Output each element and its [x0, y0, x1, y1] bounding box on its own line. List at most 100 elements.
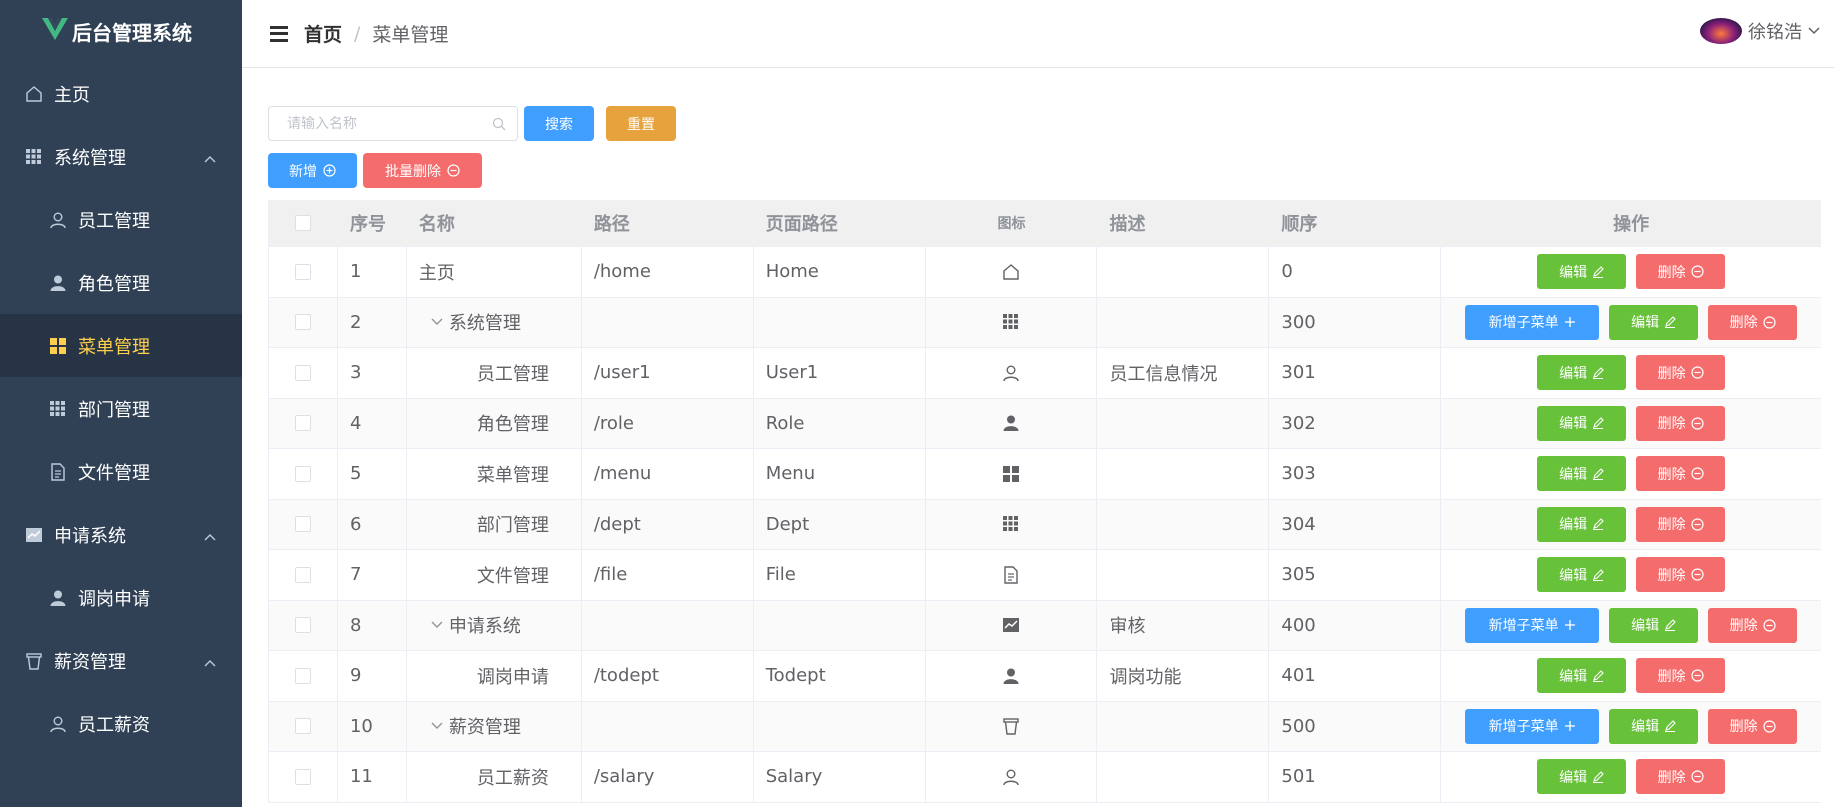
row-order: 401 — [1269, 651, 1442, 701]
expand-chevron-icon[interactable] — [431, 722, 443, 730]
row-select-cell — [269, 651, 338, 701]
row-description — [1097, 550, 1270, 600]
menu-name: 薪资管理 — [448, 717, 521, 739]
row-select-cell — [269, 550, 338, 600]
row-checkbox[interactable] — [294, 263, 311, 280]
sidebar-item-4[interactable]: 菜单管理 — [0, 314, 242, 377]
sidebar-item-1[interactable]: 系统管理 — [0, 125, 242, 188]
delete-button[interactable]: 删除 — [1636, 557, 1726, 593]
row-page-path: Todept — [754, 651, 926, 701]
circle-plus-icon — [323, 164, 336, 177]
edit-button[interactable]: 编辑 — [1537, 658, 1627, 694]
menu-name: 员工薪资 — [476, 767, 549, 789]
sidebar-item-8[interactable]: 调岗申请 — [0, 566, 242, 629]
edit-button[interactable]: 编辑 — [1609, 304, 1699, 340]
breadcrumb-home[interactable]: 首页 — [304, 20, 342, 47]
row-order: 501 — [1269, 752, 1442, 802]
row-checkbox[interactable] — [294, 364, 311, 381]
expand-chevron-icon[interactable] — [431, 318, 443, 326]
sidebar-item-7[interactable]: 申请系统 — [0, 503, 242, 566]
edit-button[interactable]: 编辑 — [1537, 759, 1627, 795]
row-checkbox[interactable] — [294, 415, 311, 432]
row-actions: 编辑 删除 — [1441, 651, 1821, 701]
edit-button[interactable]: 编辑 — [1537, 405, 1627, 441]
add-button[interactable]: 新增 — [268, 153, 357, 188]
chevron-up-icon — [204, 651, 216, 672]
sidebar-item-5[interactable]: 部门管理 — [0, 377, 242, 440]
user-dropdown[interactable]: 徐铭浩 — [1700, 18, 1820, 44]
row-checkbox[interactable] — [294, 768, 311, 785]
delete-label: 删除 — [1729, 315, 1758, 332]
add-child-button[interactable]: 新增子菜单 — [1465, 708, 1600, 744]
avatar — [1700, 18, 1742, 44]
header-path: 路径 — [593, 214, 630, 235]
row-checkbox[interactable] — [294, 314, 311, 331]
expand-chevron-icon[interactable] — [431, 621, 443, 629]
delete-button[interactable]: 删除 — [1636, 355, 1726, 391]
edit-label: 编辑 — [1559, 567, 1588, 584]
row-actions: 编辑 删除 — [1441, 348, 1821, 398]
edit-button[interactable]: 编辑 — [1537, 557, 1627, 593]
delete-label: 删除 — [1657, 517, 1686, 534]
sidebar-item-label: 主页 — [54, 84, 90, 106]
sidebar-item-9[interactable]: 薪资管理 — [0, 629, 242, 692]
sidebar-item-6[interactable]: 文件管理 — [0, 440, 242, 503]
delete-button[interactable]: 删除 — [1636, 405, 1726, 441]
row-checkbox[interactable] — [294, 617, 311, 634]
delete-button[interactable]: 删除 — [1636, 456, 1726, 492]
row-page-path — [754, 701, 926, 751]
delete-button[interactable]: 删除 — [1636, 506, 1726, 542]
add-child-button[interactable]: 新增子菜单 — [1465, 304, 1600, 340]
batch-delete-button[interactable]: 批量删除 — [363, 153, 482, 188]
row-name-cell: 薪资管理 — [407, 701, 582, 751]
breadcrumb-current: 菜单管理 — [372, 24, 449, 46]
row-index: 11 — [338, 752, 407, 802]
delete-button[interactable]: 删除 — [1708, 304, 1798, 340]
row-checkbox[interactable] — [294, 718, 311, 735]
user-solid-icon — [46, 586, 70, 610]
add-child-button[interactable]: 新增子菜单 — [1465, 607, 1600, 643]
reset-button-label: 重置 — [627, 116, 655, 133]
delete-button[interactable]: 删除 — [1636, 759, 1726, 795]
row-path: /file — [582, 550, 754, 600]
row-checkbox[interactable] — [294, 516, 311, 533]
edit-button[interactable]: 编辑 — [1537, 254, 1627, 290]
edit-button[interactable]: 编辑 — [1609, 607, 1699, 643]
search-button[interactable]: 搜索 — [524, 106, 594, 141]
user-solid-icon — [1002, 667, 1020, 685]
chevron-up-icon — [204, 525, 216, 546]
edit-button[interactable]: 编辑 — [1537, 456, 1627, 492]
delete-button[interactable]: 删除 — [1708, 607, 1798, 643]
row-checkbox[interactable] — [294, 667, 311, 684]
sidebar-item-label: 申请系统 — [54, 525, 126, 547]
row-checkbox[interactable] — [294, 465, 311, 482]
row-select-cell — [269, 752, 338, 802]
edit-button[interactable]: 编辑 — [1537, 506, 1627, 542]
edit-button[interactable]: 编辑 — [1609, 708, 1699, 744]
sidebar-item-3[interactable]: 角色管理 — [0, 251, 242, 314]
app-logo[interactable]: 后台管理系统 — [0, 0, 242, 62]
delete-button[interactable]: 删除 — [1708, 708, 1798, 744]
circle-minus-icon — [1763, 316, 1776, 329]
header-select-all[interactable] — [269, 200, 338, 246]
row-order: 300 — [1269, 297, 1442, 347]
edit-label: 编辑 — [1559, 416, 1588, 433]
sidebar-item-2[interactable]: 员工管理 — [0, 188, 242, 251]
hamburger-icon[interactable] — [270, 25, 288, 42]
menu-name: 系统管理 — [448, 313, 521, 335]
delete-button[interactable]: 删除 — [1636, 254, 1726, 290]
row-index: 8 — [338, 600, 407, 650]
sidebar-item-0[interactable]: 主页 — [0, 62, 242, 125]
sidebar-item-10[interactable]: 员工薪资 — [0, 692, 242, 755]
table-row: 1 主页/home Home 0 编辑 删除 — [269, 247, 1821, 298]
search-input[interactable] — [269, 107, 487, 140]
row-checkbox[interactable] — [294, 566, 311, 583]
row-order: 301 — [1269, 348, 1442, 398]
sidebar-item-label: 文件管理 — [78, 462, 150, 484]
row-actions: 新增子菜单 编辑 删除 — [1441, 601, 1821, 651]
reset-button[interactable]: 重置 — [606, 106, 676, 141]
row-icon-cell — [926, 651, 1098, 701]
select-all-checkbox[interactable] — [295, 215, 312, 231]
delete-button[interactable]: 删除 — [1636, 658, 1726, 694]
edit-button[interactable]: 编辑 — [1537, 355, 1627, 391]
